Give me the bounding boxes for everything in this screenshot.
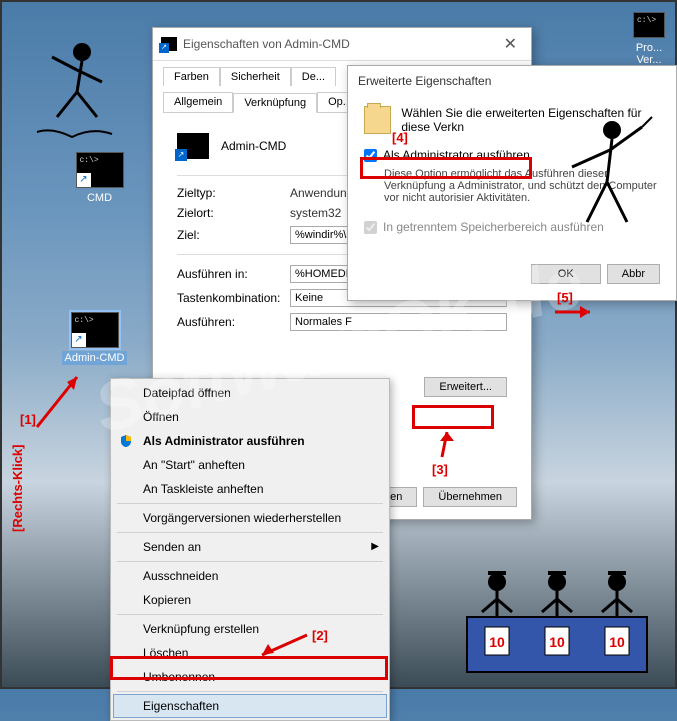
uebernehmen-button[interactable]: Übernehmen [423, 487, 517, 507]
menu-admin[interactable]: Als Administrator ausführen [113, 429, 387, 453]
desktop-icon-admin-cmd[interactable]: ↗ Admin-CMD [57, 312, 132, 364]
menu-ausschneiden[interactable]: Ausschneiden [113, 564, 387, 588]
menu-eigenschaften[interactable]: Eigenschaften [113, 694, 387, 718]
tab-verknuepfung[interactable]: Verknüpfung [233, 93, 317, 113]
ausfuehren-select[interactable] [290, 313, 507, 331]
close-icon[interactable]: ✕ [498, 34, 523, 54]
desktop-icon-pro[interactable]: Pro... Ver... [629, 12, 669, 66]
chevron-right-icon: ▶ [371, 541, 379, 552]
shield-icon [119, 434, 133, 448]
svg-text:10: 10 [549, 634, 565, 650]
menu-umbenennen[interactable]: Umbenennen [113, 665, 387, 689]
menu-loeschen[interactable]: Löschen [113, 641, 387, 665]
zieltyp-label: Zieltyp: [177, 186, 282, 200]
desktop-icon-cmd[interactable]: ↗ CMD [62, 152, 137, 204]
svg-text:10: 10 [489, 634, 505, 650]
annotation-1: [1] [20, 412, 36, 427]
tasten-label: Tastenkombination: [177, 291, 282, 305]
cmd-icon: ↗ [177, 133, 209, 159]
desktop-icon-label: CMD [87, 192, 112, 204]
zielort-value: system32 [290, 206, 341, 220]
ziel-label: Ziel: [177, 228, 282, 242]
svg-text:10: 10 [609, 634, 625, 650]
desktop-icon-label: Pro... [636, 42, 662, 54]
tab-sicherheit[interactable]: Sicherheit [220, 67, 291, 86]
menu-kopieren[interactable]: Kopieren [113, 588, 387, 612]
menu-senden[interactable]: Senden an ▶ [113, 535, 387, 559]
advanced-intro: Wählen Sie die erweiterten Eigenschaften… [401, 106, 660, 134]
zieltyp-value: Anwendung [290, 186, 353, 200]
admin-checkbox[interactable] [364, 149, 377, 162]
tab-farben[interactable]: Farben [163, 67, 220, 86]
window-title: Eigenschaften von Admin-CMD [183, 37, 498, 51]
ausfuehren-label: Ausführen: [177, 315, 282, 329]
admin-checkbox-label: Als Administrator ausführen [383, 148, 530, 162]
desktop-icon-label: Admin-CMD [62, 351, 128, 365]
app-name: Admin-CMD [221, 139, 286, 153]
menu-oeffnen[interactable]: Öffnen [113, 405, 387, 429]
menu-start[interactable]: An "Start" anheften [113, 453, 387, 477]
menu-dateipfad[interactable]: Dateipfad öffnen [113, 381, 387, 405]
adv-cancel-button[interactable]: Abbr [607, 264, 660, 284]
annotation-rechtsklick: [Rechts-Klick] [10, 445, 25, 532]
adv-ok-button[interactable]: OK [531, 264, 601, 284]
folder-icon [364, 106, 391, 134]
titlebar[interactable]: ↗ Eigenschaften von Admin-CMD ✕ [153, 28, 531, 61]
ausfuehren-in-label: Ausführen in: [177, 267, 282, 281]
cmd-icon: ↗ [161, 37, 177, 51]
context-menu: Dateipfad öffnen Öffnen Als Administrato… [110, 378, 390, 721]
tab-details[interactable]: De... [291, 67, 336, 86]
menu-verknuepfung[interactable]: Verknüpfung erstellen [113, 617, 387, 641]
tab-allgemein[interactable]: Allgemein [163, 92, 233, 112]
erweitert-button[interactable]: Erweitert... [424, 377, 507, 397]
menu-vorgaenger[interactable]: Vorgängerversionen wiederherstellen [113, 506, 387, 530]
menu-taskleiste[interactable]: An Taskleiste anheften [113, 477, 387, 501]
zielort-label: Zielort: [177, 206, 282, 220]
advanced-dialog: Erweiterte Eigenschaften Wählen Sie die … [347, 65, 677, 301]
mem-checkbox [364, 221, 377, 234]
advanced-title: Erweiterte Eigenschaften [348, 66, 676, 96]
mem-checkbox-label: In getrenntem Speicherbereich ausführen [383, 220, 604, 234]
admin-desc: Diese Option ermöglicht das Ausführen di… [384, 168, 660, 204]
